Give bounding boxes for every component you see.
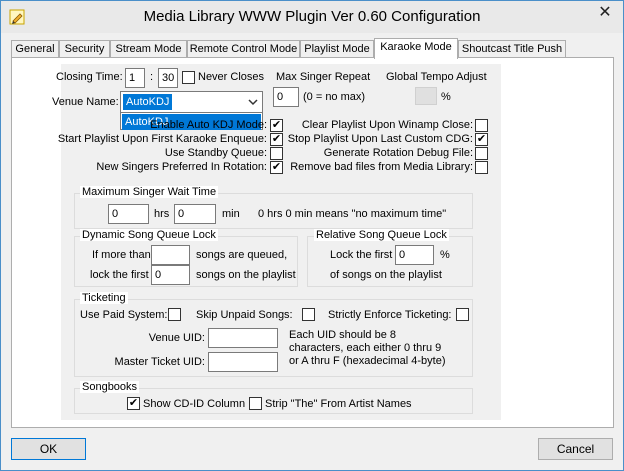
show-cdid-label: Show CD-ID Column [143,398,246,410]
never-closes-checkbox[interactable] [182,71,195,84]
max-wait-hrs-label: hrs [154,208,170,220]
stop-playlist-label: Stop Playlist Upon Last Custom CDG: [287,133,473,145]
strip-the-checkbox[interactable] [249,397,262,410]
dynamic-queued-input[interactable] [151,245,190,265]
master-uid-input[interactable] [208,352,278,372]
max-wait-min-label: min [222,208,240,220]
skip-unpaid-label: Skip Unpaid Songs: [196,309,293,321]
strict-ticketing-checkbox[interactable] [456,308,469,321]
karaoke-panel: Closing Time: 1 : 30 Never Closes Max Si… [11,57,614,428]
max-wait-hrs-input[interactable]: 0 [108,204,149,224]
tab-security[interactable]: Security [59,40,110,58]
use-paid-checkbox[interactable] [168,308,181,321]
closing-minute-input[interactable]: 30 [158,68,178,88]
strict-ticketing-label: Strictly Enforce Ticketing: [328,309,452,321]
uid-hint-2: characters, each either 0 thru 9 [289,342,442,354]
dynamic-lock-title: Dynamic Song Queue Lock [80,229,218,241]
ok-button[interactable]: OK [11,438,86,460]
venue-name-label: Venue Name: [52,96,119,108]
songbooks-title: Songbooks [80,381,140,393]
remove-bad-label: Remove bad files from Media Library: [290,161,473,173]
if-more-than-label: If more than [92,249,151,261]
strip-the-label: Strip "The" From Artist Names [265,398,412,410]
window-title: Media Library WWW Plugin Ver 0.60 Config… [143,8,481,25]
max-wait-min-input[interactable]: 0 [174,204,216,224]
skip-unpaid-checkbox[interactable] [302,308,315,321]
closing-hour-input[interactable]: 1 [125,68,145,88]
max-singer-repeat-input[interactable]: 0 [273,87,299,107]
venue-uid-label: Venue UID: [148,332,205,344]
songs-queued-label: songs are queued, [196,249,288,261]
uid-hint-3: or A thru F (hexadecimal 4-byte) [289,355,446,367]
relative-lock-title: Relative Song Queue Lock [314,229,449,241]
new-singers-label: New Singers Preferred In Rotation: [96,161,267,173]
title-bar: Media Library WWW Plugin Ver 0.60 Config… [1,1,623,33]
songs-playlist-label: songs on the playlist [196,269,296,281]
ticketing-title: Ticketing [80,292,128,304]
venue-uid-input[interactable] [208,328,278,348]
relative-songs-playlist-label: of songs on the playlist [330,269,442,281]
global-tempo-label: Global Tempo Adjust [386,71,487,83]
uid-hint-1: Each UID should be 8 [289,329,397,341]
relative-lock-input[interactable]: 0 [395,245,434,265]
relative-lock-percent: % [440,249,450,261]
chevron-down-icon[interactable] [246,96,260,108]
closing-sep: : [150,71,154,83]
never-closes-label: Never Closes [198,71,265,83]
remove-bad-checkbox[interactable] [475,161,488,174]
closing-time-label: Closing Time: [56,71,123,83]
clear-playlist-checkbox[interactable] [475,119,488,132]
tab-remote-control-mode[interactable]: Remote Control Mode [187,40,300,58]
master-uid-label: Master Ticket UID: [114,356,205,368]
max-wait-hint: 0 hrs 0 min means "no maximum time" [258,208,447,220]
global-tempo-unit: % [441,91,451,103]
relative-lock-first-label: Lock the first [330,249,393,261]
max-wait-title: Maximum Singer Wait Time [80,186,219,198]
use-paid-label: Use Paid System: [80,309,168,321]
tab-stream-mode[interactable]: Stream Mode [110,40,187,58]
rotation-debug-checkbox[interactable] [475,147,488,160]
venue-name-value: AutoKDJ [123,94,173,110]
dynamic-lock-input[interactable]: 0 [151,265,190,285]
max-singer-repeat-label: Max Singer Repeat [276,71,371,83]
enable-mode-label: Enable Auto KDJ Mode: [150,119,267,131]
start-playlist-label: Start Playlist Upon First Karaoke Enqueu… [57,133,267,145]
rotation-debug-label: Generate Rotation Debug File: [323,147,473,159]
global-tempo-input[interactable] [415,87,437,105]
show-cdid-checkbox[interactable]: ✔ [127,397,140,410]
close-icon[interactable]: ✕ [592,3,618,23]
clear-playlist-label: Clear Playlist Upon Winamp Close: [301,119,473,131]
cancel-button[interactable]: Cancel [538,438,613,460]
tab-shoutcast-title-push[interactable]: Shoutcast Title Push [458,40,566,58]
venue-name-select[interactable]: AutoKDJ [120,91,263,113]
lock-first-label: lock the first [90,269,149,281]
standby-queue-label: Use Standby Queue: [164,147,267,159]
max-singer-hint: (0 = no max) [303,91,366,103]
stop-playlist-checkbox[interactable]: ✔ [475,133,488,146]
tab-playlist-mode[interactable]: Playlist Mode [300,40,374,58]
tab-karaoke-mode[interactable]: Karaoke Mode [374,38,458,59]
config-window: Media Library WWW Plugin Ver 0.60 Config… [0,0,624,471]
tab-general[interactable]: General [11,40,59,58]
